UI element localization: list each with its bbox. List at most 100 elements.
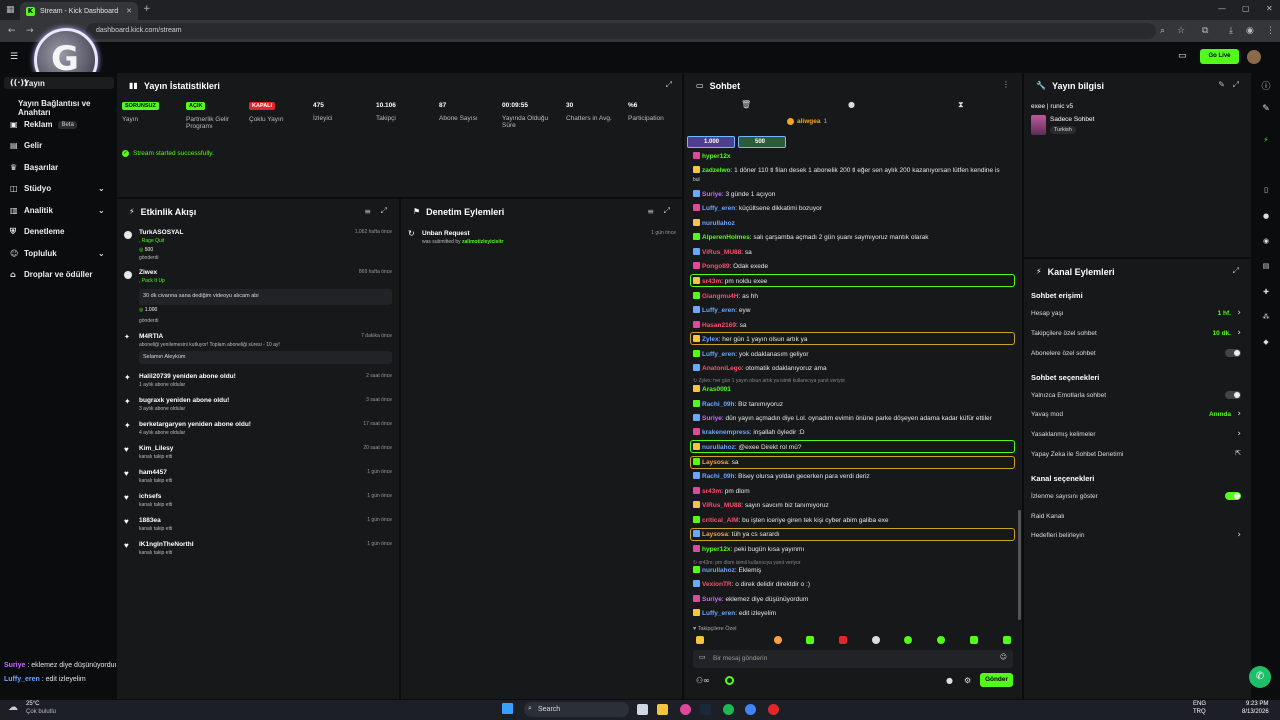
chat-username[interactable]: Luffy_eren [702,205,735,212]
zoom-icon[interactable]: ⌕ [1160,27,1165,36]
expand-icon[interactable]: ⤢ [1233,81,1239,89]
gem-icon[interactable]: ◆ [1261,338,1271,348]
chat-username[interactable]: Laysosa [702,459,728,466]
chat-username[interactable]: Hasan2169 [702,322,736,329]
chat-username[interactable]: Luffy_eren [702,351,735,358]
chat-bubble-icon[interactable]: ● [946,677,953,685]
windows-start-icon[interactable] [502,703,513,714]
chat-username[interactable]: Luffy_eren [702,307,735,314]
chat-username[interactable]: AnatoniLego [702,365,742,372]
url-field[interactable]: dashboard.kick.com/stream [86,23,1156,39]
chat-username[interactable]: Laysosa [702,531,728,538]
language-indicator-sub[interactable]: TRQ [1193,709,1206,715]
chat-icon[interactable]: ● [848,101,855,109]
emotes-only-row[interactable]: Yalnızca Emotlarla sohbet [1031,391,1241,399]
edit-pencil-icon[interactable]: ✎ [1218,81,1225,89]
chat-username[interactable]: VexionTR [702,581,732,588]
chat-username[interactable]: Luffy_eren [702,610,735,617]
chat-username[interactable]: Aras0001 [702,386,731,393]
chat-username[interactable]: AlperenHolmes [702,234,750,241]
filter-icon[interactable]: ≡ [364,208,371,216]
sidebar-item-droplar[interactable]: ⌂ Droplar ve ödüller [10,270,110,279]
sidebar-item-studyo[interactable]: ◫ Stüdyo ⌄ [10,184,110,193]
filter-icon[interactable]: ≡ [647,208,654,216]
chat-username[interactable]: hyper12x [702,546,731,553]
chat-username[interactable]: krakenempress [702,429,750,436]
task-view-icon[interactable] [637,704,648,715]
close-tab-icon[interactable]: ✕ [126,7,132,15]
document-icon[interactable]: ▯ [1261,186,1271,196]
chat-username[interactable]: zadzelwo [702,167,731,174]
chat-username[interactable]: hyper12x [702,153,731,160]
new-tab-icon[interactable]: + [143,5,151,14]
steam-icon[interactable] [700,704,711,715]
sidebar-item-analitik[interactable]: ▥ Analitik ⌄ [10,206,110,215]
download-icon[interactable]: ⤓ [1229,27,1233,36]
info-icon[interactable]: ⓘ [1261,79,1271,92]
taskbar-search[interactable]: ⌕ Search [524,702,629,717]
tab-list-icon[interactable]: ▦ [6,6,15,15]
chat-username[interactable]: Giangmu4H [702,293,738,300]
chat-username[interactable]: ViRus_MU88 [702,249,741,256]
forward-icon[interactable]: → [26,27,34,36]
followers-only-row[interactable]: Takipçilere özel sohbet 10 dk. › [1031,329,1241,338]
back-icon[interactable]: ← [8,27,16,36]
close-window-icon[interactable]: ✕ [1266,5,1273,13]
chat-username[interactable]: critical_AIM [702,517,739,524]
browser-tab[interactable]: K Stream - Kick Dashboard ✕ [20,2,138,20]
pinned-user[interactable]: aliwgea 1 [787,118,827,125]
emotes-only-toggle[interactable] [1225,391,1241,399]
mod-tools-icon[interactable]: ⚇∞ [696,677,710,685]
goal-badge[interactable]: 1.000 [687,136,735,148]
sidebar-item-gelir[interactable]: ▤ Gelir [10,141,110,150]
slow-mode-row[interactable]: Yavaş mod Anında › [1031,410,1241,419]
sidebar-item-yayin[interactable]: ((·)) Yayın [4,77,114,89]
expand-icon[interactable]: ⤢ [664,207,670,215]
chat-username[interactable]: sr43m [702,488,721,495]
viewer-count-toggle[interactable] [1225,492,1241,500]
goal-badge[interactable]: 500 [738,136,786,148]
raid-row[interactable]: Raid Kanalı [1031,513,1241,520]
viewer-count-row[interactable]: İzlenme sayısını göster [1031,492,1241,500]
chat-username[interactable]: Rachi_09h [702,473,735,480]
stream-preview-icon[interactable]: ▭ [1178,52,1187,61]
timer-icon[interactable]: ⧗ [958,101,964,109]
hamburger-menu-icon[interactable]: ☰ [10,53,18,62]
sidebar-item-topluluk[interactable]: ☺ Topluluk ⌄ [10,249,110,258]
sidebar-item-stream-key[interactable]: Yayın Bağlantısı ve Anahtarı [18,99,118,117]
chat-username[interactable]: Suriye [702,415,722,422]
community-icon[interactable]: ⁂ [1261,313,1271,323]
ai-moderation-row[interactable]: Yapay Zeka ile Sohbet Denetimi ⇱ [1031,450,1241,459]
broadcast-icon[interactable]: ◉ [1261,237,1271,247]
app-icon[interactable] [680,704,691,715]
go-live-button[interactable]: Go Live [1200,49,1239,64]
chat-username[interactable]: Suriye [702,596,722,603]
spotify-icon[interactable] [723,704,734,715]
file-explorer-icon[interactable] [657,704,668,715]
chat-username[interactable]: Pongo89 [702,263,729,270]
emoji-icon[interactable]: ☺ [1000,654,1007,661]
bookmark-star-icon[interactable]: ☆ [1177,27,1185,36]
sidebar-item-denetleme[interactable]: ⛨ Denetleme [10,227,110,236]
chat-username[interactable]: sr43m [702,278,721,285]
support-chat-button[interactable]: ✆ [1249,666,1271,688]
profile-icon[interactable]: ◉ [1246,27,1254,36]
chat-username[interactable]: Rachi_09h [702,401,735,408]
expand-icon[interactable]: ⤢ [1233,267,1239,275]
send-button[interactable]: Gönder [980,673,1013,687]
chat-username[interactable]: Suriye [702,191,722,198]
sidebar-item-basarilar[interactable]: ♛ Başarılar [10,163,110,172]
clock-date[interactable]: 8/13/2026 [1242,709,1269,715]
chat-bubble-icon[interactable]: ● [1261,212,1271,222]
browser-menu-icon[interactable]: ⋮ [1266,27,1275,36]
chat-username[interactable]: Zylex [702,336,719,343]
wrench-icon[interactable]: ✚ [1261,288,1271,298]
banned-words-row[interactable]: Yasaklanmış kelimeler › [1031,430,1241,439]
trash-icon[interactable]: 🗑 [741,101,751,109]
language-indicator[interactable]: ENG [1193,701,1206,707]
chat-username[interactable]: nurullahoz [702,444,735,451]
expand-icon[interactable]: ⤢ [666,81,672,89]
goals-row[interactable]: Hedefleri belirleyin › [1031,531,1241,540]
clock-time[interactable]: 9:23 PM [1246,701,1268,707]
user-avatar[interactable] [1247,50,1261,64]
